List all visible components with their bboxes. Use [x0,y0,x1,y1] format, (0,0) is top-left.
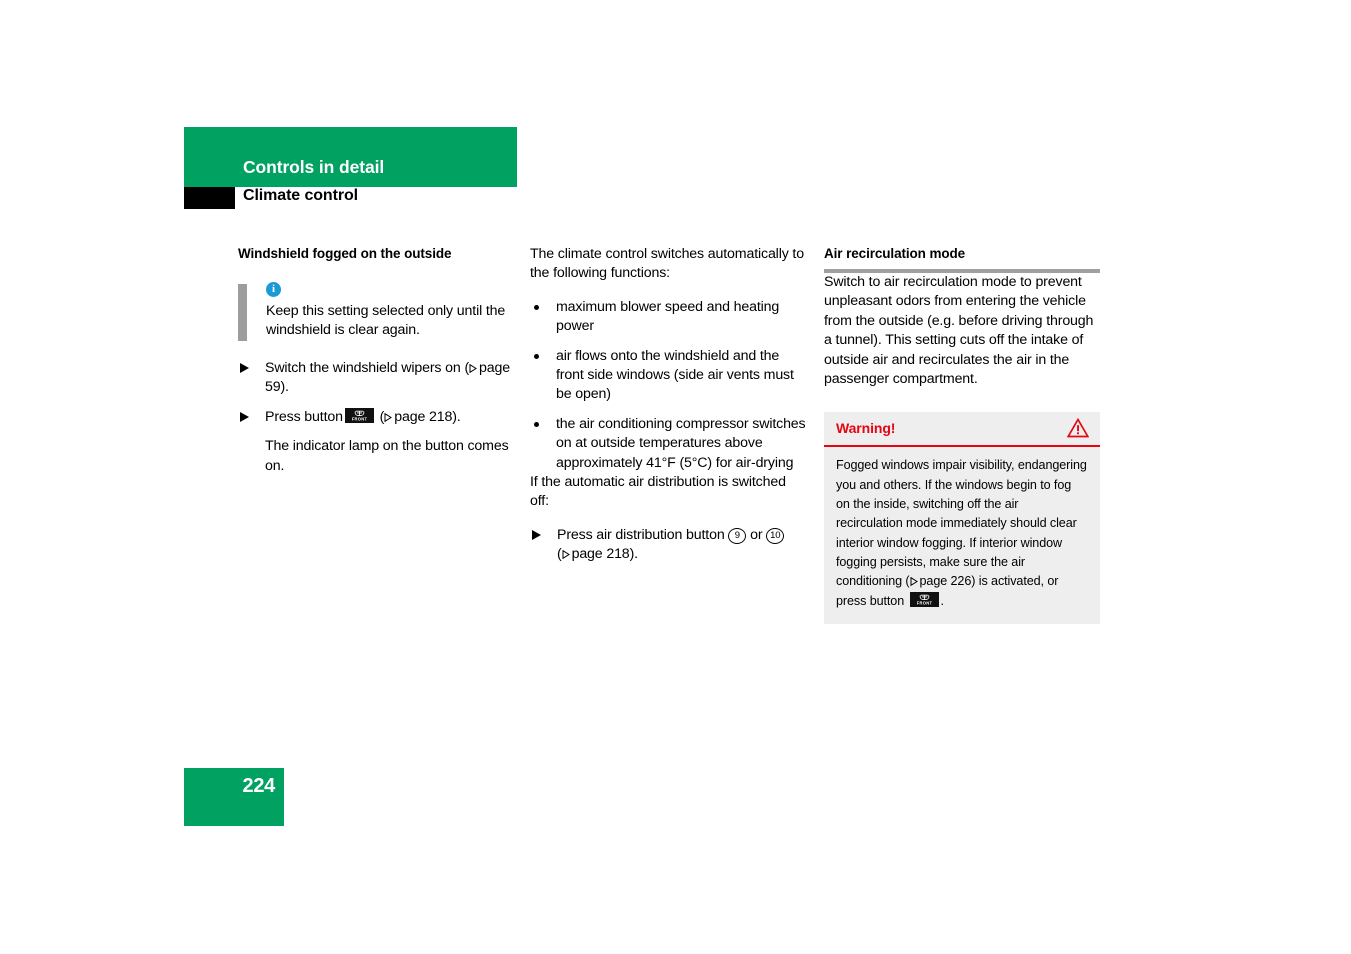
note-accent-bar [238,284,247,341]
step-text: Switch the windshield wipers on ( [265,360,470,376]
callout-number-9: 9 [728,527,747,544]
step-text-tail: ). [280,379,289,396]
step-item: Press air distribution button 9 or 10(pa… [530,526,807,565]
dot-bullet-icon [534,304,539,310]
defroster-button-icon: FRONT [909,591,939,607]
triangle-bullet-icon [240,411,249,422]
step-text-tail: ). [629,546,639,563]
chapter-header-banner: Controls in detail [184,127,517,187]
step-text: Press button [265,408,343,425]
step-conjunction: or [750,526,763,543]
triangle-bullet-icon [532,529,541,540]
middle-column: The climate control switches automatical… [530,245,807,565]
list-item: maximum blower speed and heating power [530,298,807,337]
right-column: Air recirculation mode Switch to air rec… [824,245,1100,624]
list-item-text: the air conditioning compressor switches… [556,415,806,471]
warning-text-part1: Fogged windows impair visibility, endang… [836,458,1087,589]
warning-text-part3: . [940,593,945,608]
page-number-block: 224 [184,768,284,826]
svg-text:FRONT: FRONT [916,600,932,605]
right-column-heading: Air recirculation mode [824,246,966,261]
warning-label: Warning! [836,420,896,437]
list-item: the air conditioning compressor switches… [530,415,807,473]
svg-text:FRONT: FRONT [352,416,368,421]
warning-header: Warning! [824,412,1100,448]
page-reference-arrow-icon [562,550,570,560]
section-title: Climate control [243,187,358,204]
warning-triangle-icon [1066,418,1090,443]
step-item: Press button FRONT (page 218). [238,407,515,427]
section-header: Climate control [184,187,1184,209]
step-text: Press air distribution button [557,526,725,543]
middle-column-intro: The climate control switches automatical… [530,246,804,282]
page-reference-label[interactable]: page 218 [572,546,630,562]
list-item-text: maximum blower speed and heating power [556,298,780,335]
right-column-body: Switch to air recirculation mode to prev… [824,274,1094,388]
info-note-box: i Keep this setting selected only until … [238,282,515,342]
list-item: air flows onto the windshield and the fr… [530,347,807,405]
left-column: Windshield fogged on the outside i Keep … [238,245,515,476]
page-reference-label[interactable]: page 226 [920,574,972,588]
step-text-tail: ). [452,408,461,425]
chapter-title: Controls in detail [243,157,385,177]
info-note-text: Keep this setting selected only until th… [266,303,506,339]
dot-bullet-icon [534,353,539,359]
dot-bullet-icon [534,421,539,427]
left-column-heading: Windshield fogged on the outside [238,246,452,261]
page-reference-arrow-icon [910,577,918,587]
warning-text: Fogged windows impair visibility, endang… [824,447,1100,623]
defroster-button-icon: FRONT [344,407,374,423]
page-reference-arrow-icon [469,364,477,373]
section-tab-marker [184,187,235,209]
page-number: 224 [242,775,276,797]
page-reference-label[interactable]: page 218 [394,409,452,425]
step-followup-text: The indicator lamp on the button comes o… [265,438,509,474]
page-reference-arrow-icon [384,412,393,422]
callout-number-10: 10 [766,527,785,544]
warning-box: Warning! Fogged windows impair visibilit… [824,412,1100,624]
step-item: Switch the windshield wipers on (page 59… [238,359,515,398]
triangle-bullet-icon [240,363,249,373]
list-item-text: air flows onto the windshield and the fr… [556,347,794,403]
info-icon: i [266,282,281,297]
middle-column-secondary-intro: If the automatic air distribution is swi… [530,474,786,510]
